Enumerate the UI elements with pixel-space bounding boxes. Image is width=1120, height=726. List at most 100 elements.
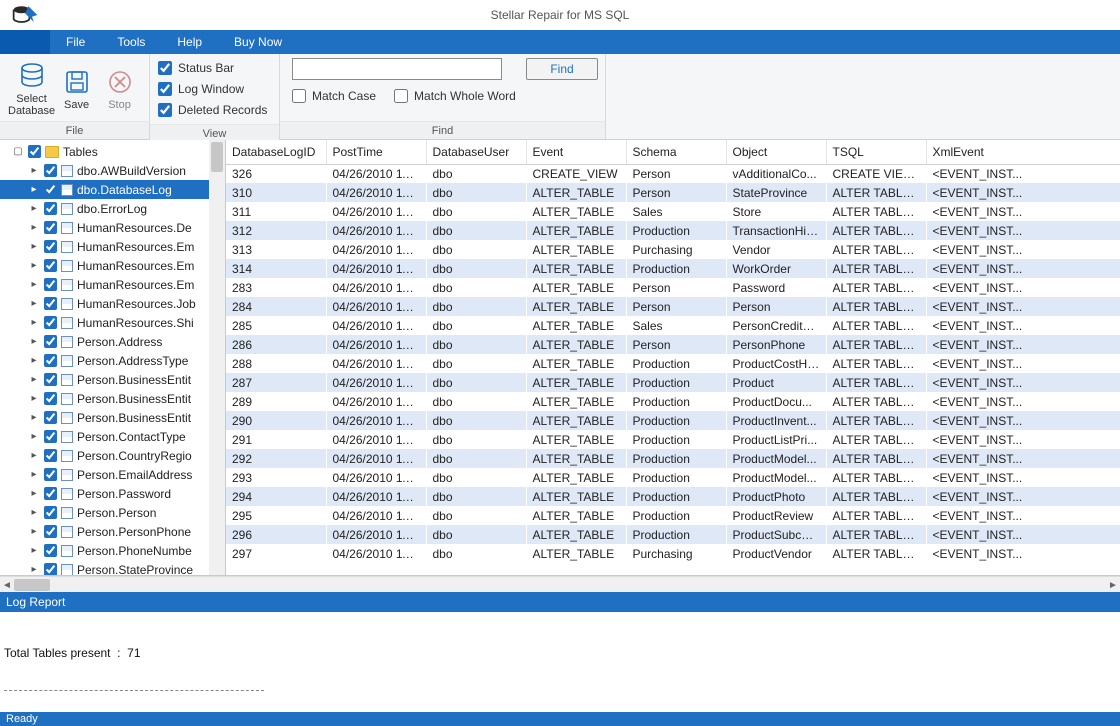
expand-icon[interactable]: ▸ — [28, 260, 40, 271]
log-report-header: Log Report — [0, 592, 1120, 612]
column-header[interactable]: DatabaseUser — [426, 140, 526, 164]
tree-item[interactable]: ▸Person.Password — [0, 484, 225, 503]
table-row[interactable]: 28304/26/2010 11:...dboALTER_TABLEPerson… — [226, 278, 1120, 297]
tree-item[interactable]: ▸Person.BusinessEntit — [0, 389, 225, 408]
table-row[interactable]: 29104/26/2010 11:...dboALTER_TABLEProduc… — [226, 430, 1120, 449]
expand-icon[interactable]: ▸ — [28, 279, 40, 290]
main-area: ▢Tables▸dbo.AWBuildVersion▸dbo.DatabaseL… — [0, 140, 1120, 576]
table-icon — [61, 203, 73, 215]
menu-tools[interactable]: Tools — [101, 30, 161, 54]
table-icon — [61, 184, 73, 196]
table-row[interactable]: 28904/26/2010 11:...dboALTER_TABLEProduc… — [226, 392, 1120, 411]
expand-icon[interactable]: ▸ — [28, 355, 40, 366]
match-case-checkbox[interactable]: Match Case — [292, 86, 376, 106]
table-row[interactable]: 31004/26/2010 11:...dboALTER_TABLEPerson… — [226, 183, 1120, 202]
column-header[interactable]: TSQL — [826, 140, 926, 164]
tree-item[interactable]: ▸Person.Person — [0, 503, 225, 522]
table-row[interactable]: 31204/26/2010 11:...dboALTER_TABLEProduc… — [226, 221, 1120, 240]
table-row[interactable]: 29304/26/2010 11:...dboALTER_TABLEProduc… — [226, 468, 1120, 487]
table-row[interactable]: 28704/26/2010 11:...dboALTER_TABLEProduc… — [226, 373, 1120, 392]
hscrollbar[interactable]: ◄ ► — [0, 576, 1120, 592]
expand-icon[interactable]: ▸ — [28, 222, 40, 233]
tree-item[interactable]: ▸HumanResources.Em — [0, 275, 225, 294]
expand-icon[interactable]: ▸ — [28, 336, 40, 347]
table-icon — [61, 507, 73, 519]
expand-icon[interactable]: ▸ — [28, 545, 40, 556]
expand-icon[interactable]: ▸ — [28, 450, 40, 461]
save-button[interactable]: Save — [55, 65, 98, 111]
tree-item[interactable]: ▸Person.AddressType — [0, 351, 225, 370]
table-row[interactable]: 29704/26/2010 11:...dboALTER_TABLEPurcha… — [226, 544, 1120, 563]
expand-icon[interactable]: ▸ — [28, 526, 40, 537]
tree-item[interactable]: ▸Person.PhoneNumbe — [0, 541, 225, 560]
log-window-checkbox[interactable]: Log Window — [158, 79, 267, 99]
deleted-records-checkbox[interactable]: Deleted Records — [158, 100, 267, 120]
expand-icon[interactable]: ▸ — [28, 469, 40, 480]
tree-item[interactable]: ▸Person.EmailAddress — [0, 465, 225, 484]
expand-icon[interactable]: ▸ — [28, 184, 40, 195]
tree-item[interactable]: ▸Person.CountryRegio — [0, 446, 225, 465]
column-header[interactable]: Object — [726, 140, 826, 164]
tree-item[interactable]: ▸Person.ContactType — [0, 427, 225, 446]
table-row[interactable]: 29204/26/2010 11:...dboALTER_TABLEProduc… — [226, 449, 1120, 468]
tree-item[interactable]: ▸dbo.DatabaseLog — [0, 180, 225, 199]
table-row[interactable]: 28604/26/2010 11:...dboALTER_TABLEPerson… — [226, 335, 1120, 354]
column-header[interactable]: Event — [526, 140, 626, 164]
table-icon — [61, 260, 73, 272]
expand-icon[interactable]: ▸ — [28, 431, 40, 442]
scroll-right-icon[interactable]: ► — [1106, 577, 1120, 593]
tree-item[interactable]: ▸HumanResources.Job — [0, 294, 225, 313]
table-row[interactable]: 32604/26/2010 11:...dboCREATE_VIEWPerson… — [226, 164, 1120, 183]
tree-item[interactable]: ▸HumanResources.Em — [0, 237, 225, 256]
expand-icon[interactable]: ▸ — [28, 203, 40, 214]
tree-item[interactable]: ▸Person.Address — [0, 332, 225, 351]
table-row[interactable]: 31304/26/2010 11:...dboALTER_TABLEPurcha… — [226, 240, 1120, 259]
tree-item[interactable]: ▸dbo.ErrorLog — [0, 199, 225, 218]
table-icon — [61, 564, 73, 576]
column-header[interactable]: PostTime — [326, 140, 426, 164]
tree-item[interactable]: ▸HumanResources.Em — [0, 256, 225, 275]
expand-icon[interactable]: ▸ — [28, 393, 40, 404]
expand-icon[interactable]: ▸ — [28, 507, 40, 518]
find-button[interactable]: Find — [526, 58, 598, 80]
app-title: Stellar Repair for MS SQL — [0, 8, 1120, 22]
tree-item[interactable]: ▸Person.BusinessEntit — [0, 370, 225, 389]
expand-icon[interactable]: ▸ — [28, 374, 40, 385]
table-row[interactable]: 31104/26/2010 11:...dboALTER_TABLESalesS… — [226, 202, 1120, 221]
tree-root[interactable]: ▢Tables — [0, 142, 225, 161]
stop-button[interactable]: Stop — [98, 65, 141, 111]
expand-icon[interactable]: ▸ — [28, 165, 40, 176]
tree-item[interactable]: ▸HumanResources.Shi — [0, 313, 225, 332]
table-row[interactable]: 29404/26/2010 11:...dboALTER_TABLEProduc… — [226, 487, 1120, 506]
tree-item[interactable]: ▸HumanResources.De — [0, 218, 225, 237]
menu-help[interactable]: Help — [161, 30, 218, 54]
tree-item[interactable]: ▸Person.BusinessEntit — [0, 408, 225, 427]
table-row[interactable]: 31404/26/2010 11:...dboALTER_TABLEProduc… — [226, 259, 1120, 278]
menu-file[interactable]: File — [50, 30, 101, 54]
table-row[interactable]: 28804/26/2010 11:...dboALTER_TABLEProduc… — [226, 354, 1120, 373]
table-row[interactable]: 29504/26/2010 11:...dboALTER_TABLEProduc… — [226, 506, 1120, 525]
column-header[interactable]: DatabaseLogID — [226, 140, 326, 164]
tree-vscrollbar[interactable] — [209, 140, 225, 575]
column-header[interactable]: XmlEvent — [926, 140, 1120, 164]
expand-icon[interactable]: ▸ — [28, 564, 40, 575]
match-whole-word-checkbox[interactable]: Match Whole Word — [394, 86, 516, 106]
scroll-left-icon[interactable]: ◄ — [0, 577, 14, 593]
table-row[interactable]: 29004/26/2010 11:...dboALTER_TABLEProduc… — [226, 411, 1120, 430]
column-header[interactable]: Schema — [626, 140, 726, 164]
tree-item[interactable]: ▸Person.StateProvince — [0, 560, 225, 575]
table-row[interactable]: 28504/26/2010 11:...dboALTER_TABLESalesP… — [226, 316, 1120, 335]
tree-item[interactable]: ▸Person.PersonPhone — [0, 522, 225, 541]
table-row[interactable]: 29604/26/2010 11:...dboALTER_TABLEProduc… — [226, 525, 1120, 544]
tree-item[interactable]: ▸dbo.AWBuildVersion — [0, 161, 225, 180]
table-row[interactable]: 28404/26/2010 11:...dboALTER_TABLEPerson… — [226, 297, 1120, 316]
expand-icon[interactable]: ▸ — [28, 317, 40, 328]
menu-buy-now[interactable]: Buy Now — [218, 30, 298, 54]
expand-icon[interactable]: ▸ — [28, 488, 40, 499]
expand-icon[interactable]: ▸ — [28, 241, 40, 252]
expand-icon[interactable]: ▸ — [28, 298, 40, 309]
expand-icon[interactable]: ▸ — [28, 412, 40, 423]
find-input[interactable] — [292, 58, 502, 80]
select-database-button[interactable]: Select Database — [8, 59, 55, 117]
status-bar-checkbox[interactable]: Status Bar — [158, 58, 267, 78]
